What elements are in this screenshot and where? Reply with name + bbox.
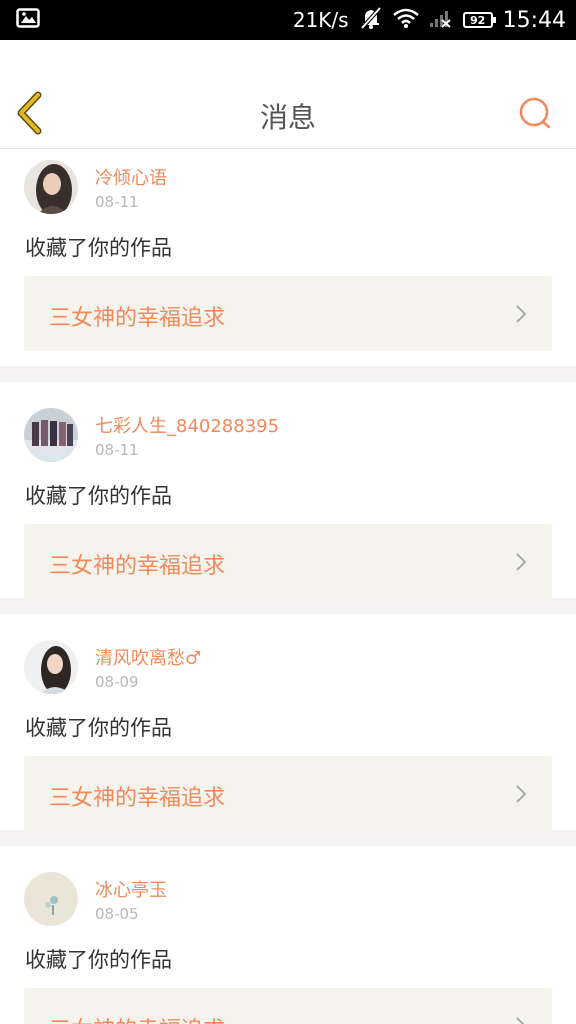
chevron-right-icon <box>514 784 528 804</box>
battery-icon: 92 <box>462 12 496 28</box>
work-card[interactable]: 三女神的幸福追求 <box>24 988 552 1024</box>
work-title: 三女神的幸福追求 <box>49 786 226 811</box>
search-button[interactable] <box>516 94 556 134</box>
wifi-icon <box>392 8 419 33</box>
user-name[interactable]: 冷倾心语 <box>95 164 167 190</box>
work-title: 三女神的幸福追求 <box>49 554 226 579</box>
message-date: 08-11 <box>95 441 139 459</box>
image-icon <box>16 8 40 32</box>
action-text: 收藏了你的作品 <box>25 484 172 508</box>
list-item: 清风吹离愁♂ 08-09 收藏了你的作品 三女神的幸福追求 <box>0 614 576 831</box>
action-text: 收藏了你的作品 <box>25 716 172 740</box>
network-speed: 21K/s <box>292 8 349 32</box>
work-card[interactable]: 三女神的幸福追求 <box>24 756 552 831</box>
signal-icon <box>429 8 453 33</box>
list-item: 七彩人生_840288395 08-11 收藏了你的作品 三女神的幸福追求 <box>0 382 576 599</box>
avatar[interactable] <box>24 872 78 926</box>
bell-off-icon <box>359 6 383 35</box>
chevron-right-icon <box>514 552 528 572</box>
avatar[interactable] <box>24 160 78 214</box>
action-text: 收藏了你的作品 <box>25 236 172 260</box>
separator <box>0 366 576 382</box>
avatar[interactable] <box>24 640 78 694</box>
message-date: 08-11 <box>95 193 139 211</box>
message-date: 08-05 <box>95 905 139 923</box>
work-title: 三女神的幸福追求 <box>49 306 226 331</box>
action-text: 收藏了你的作品 <box>25 948 172 972</box>
user-name[interactable]: 七彩人生_840288395 <box>95 412 279 438</box>
app-header: 消息 <box>0 40 576 149</box>
work-card[interactable]: 三女神的幸福追求 <box>24 276 552 351</box>
list-item: 冰心亭玉 08-05 收藏了你的作品 三女神的幸福追求 <box>0 846 576 1024</box>
message-date: 08-09 <box>95 673 139 691</box>
battery-level: 92 <box>469 13 486 27</box>
separator <box>0 598 576 614</box>
work-card[interactable]: 三女神的幸福追求 <box>24 524 552 599</box>
avatar[interactable] <box>24 408 78 462</box>
work-title: 三女神的幸福追求 <box>49 1012 225 1024</box>
list-item: 冷倾心语 08-11 收藏了你的作品 三女神的幸福追求 <box>0 150 576 366</box>
chevron-right-icon <box>514 1016 528 1024</box>
message-list: 冷倾心语 08-11 收藏了你的作品 三女神的幸福追求 七彩人生_8402883… <box>0 150 576 1024</box>
clock: 15:44 <box>502 7 566 33</box>
chevron-right-icon <box>514 304 528 324</box>
separator <box>0 830 576 846</box>
page-title: 消息 <box>259 101 316 134</box>
user-name[interactable]: 冰心亭玉 <box>95 876 167 902</box>
search-icon <box>516 97 556 138</box>
user-name[interactable]: 清风吹离愁♂ <box>95 644 201 670</box>
status-bar: 21K/s 92 15:44 <box>0 0 576 40</box>
